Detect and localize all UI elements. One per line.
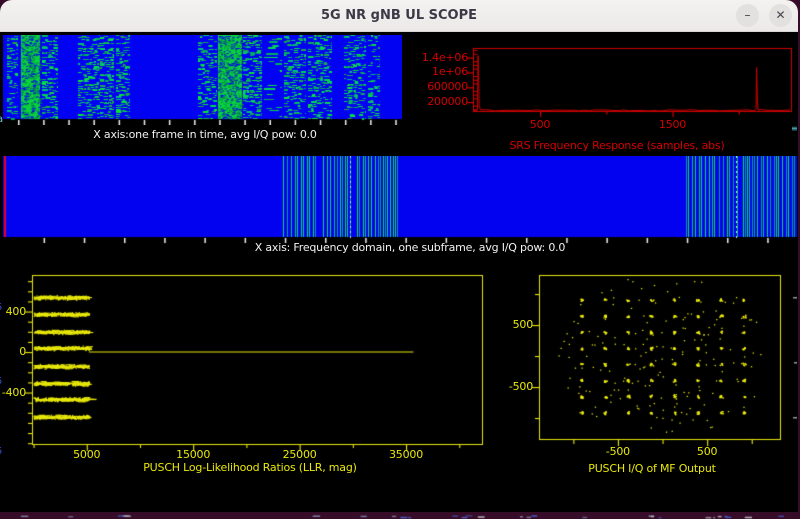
llr-y-tick-label: 400 bbox=[0, 305, 26, 318]
clipped-glyph-left-2: 5 bbox=[0, 376, 2, 387]
llr-x-tick-label: 5000 bbox=[61, 448, 113, 461]
llr-x-tick-label: 15000 bbox=[167, 448, 219, 461]
desktop-background: 5G NR gNB UL SCOPE – ✕ X axis:one frame … bbox=[0, 0, 800, 519]
llr-y-tick-label: -400 bbox=[0, 386, 26, 399]
llr-x-tick-label: 35000 bbox=[380, 448, 432, 461]
srs-plot-title: SRS Frequency Response (samples, abs) bbox=[467, 139, 767, 152]
srs-x-tick-label: 1500 bbox=[647, 118, 699, 131]
pusch-iq-title: PUSCH I/Q of MF Output bbox=[502, 462, 798, 475]
constellation-x-tick-label: -500 bbox=[592, 445, 644, 458]
constellation-y-tick-label: 500 bbox=[495, 318, 533, 331]
window-titlebar[interactable]: 5G NR gNB UL SCOPE – ✕ bbox=[0, 0, 798, 32]
srs-y-tick-label: 1e+06 bbox=[416, 65, 468, 78]
constellation-y-tick-label: -500 bbox=[495, 380, 533, 393]
pusch-llr-title: PUSCH Log-Likelihood Ratios (LLR, mag) bbox=[100, 461, 400, 474]
window-title: 5G NR gNB UL SCOPE bbox=[0, 0, 798, 31]
scope-window: 5G NR gNB UL SCOPE – ✕ X axis:one frame … bbox=[0, 0, 798, 513]
srs-y-tick-label: 200000 bbox=[416, 95, 468, 108]
srs-y-tick-label: 1.4e+06 bbox=[416, 51, 468, 64]
frequency-domain-plot bbox=[3, 156, 797, 244]
clipped-glyph-left-3: 5 bbox=[0, 446, 2, 457]
constellation-x-tick-label: 500 bbox=[681, 445, 733, 458]
pusch-iq-constellation-plot bbox=[530, 265, 797, 450]
desktop-strip bbox=[0, 512, 800, 519]
close-icon: ✕ bbox=[775, 8, 785, 22]
time-waterfall-plot bbox=[3, 35, 402, 125]
srs-y-tick-label: 600000 bbox=[416, 80, 468, 93]
time-waterfall-label: X axis:one frame in time, avg I/Q pow: 0… bbox=[60, 128, 350, 141]
llr-x-tick-label: 25000 bbox=[274, 448, 326, 461]
clipped-glyph-left-top: a bbox=[0, 114, 3, 125]
close-button[interactable]: ✕ bbox=[769, 4, 792, 27]
srs-frequency-response-plot bbox=[420, 44, 797, 129]
clipped-glyph-left-1: 5 bbox=[0, 302, 2, 313]
minimize-icon: – bbox=[745, 8, 751, 22]
frequency-domain-label: X axis: Frequency domain, one subframe, … bbox=[210, 241, 610, 254]
pusch-llr-plot bbox=[0, 265, 500, 455]
minimize-button[interactable]: – bbox=[736, 4, 759, 27]
llr-y-tick-label: 0 bbox=[0, 345, 26, 358]
srs-x-tick-label: 500 bbox=[514, 118, 566, 131]
clipped-glyph-right: ≡ bbox=[791, 124, 798, 133]
